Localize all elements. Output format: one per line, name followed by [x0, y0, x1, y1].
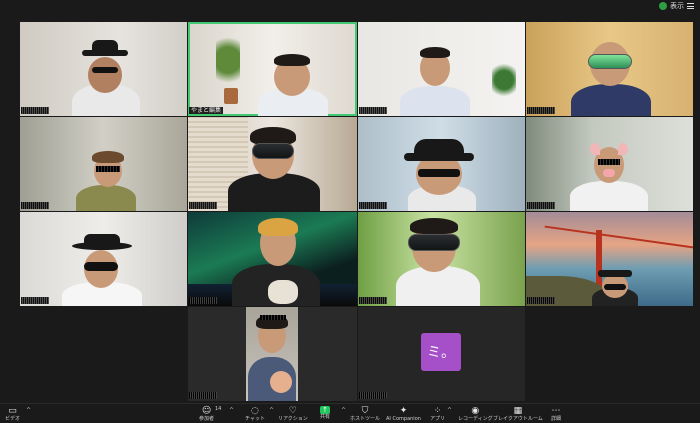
participant-name-tag — [189, 202, 217, 209]
participants-count: 14 — [215, 406, 222, 412]
record-icon: ◉ — [471, 406, 480, 416]
video-tile-active-speaker[interactable]: やまと編集 — [188, 22, 357, 116]
meeting-toolbar: ▭ ビデオ ^ ☺ 参加者 14 ^ ◌ チャット ^ ♡ リアクション ↑ 共… — [0, 403, 700, 423]
chat-button[interactable]: ◌ チャット — [245, 406, 265, 422]
participant-name-tag — [189, 297, 217, 304]
menu-icon — [687, 3, 694, 9]
shield-icon — [659, 2, 667, 10]
video-tile[interactable] — [358, 212, 525, 306]
ai-companion-label: AI Companion — [386, 416, 421, 422]
apps-button[interactable]: ⁘ アプリ — [430, 406, 445, 422]
grid-icon: ▦ — [513, 406, 523, 416]
heart-icon: ♡ — [288, 406, 297, 416]
video-tile[interactable] — [188, 307, 357, 401]
video-button[interactable]: ▭ ビデオ — [5, 406, 20, 422]
sparkle-icon: ✦ — [399, 406, 408, 416]
ai-companion-button[interactable]: ✦ AI Companion — [386, 406, 421, 422]
share-options-caret[interactable]: ^ — [341, 407, 346, 414]
more-button[interactable]: ⋯ 詳細 — [551, 406, 561, 422]
video-tile[interactable] — [526, 22, 693, 116]
video-label: ビデオ — [5, 416, 21, 422]
participant-name-tag — [189, 392, 217, 399]
record-button[interactable]: ◉ レコーディング — [458, 406, 493, 422]
participants-button[interactable]: ☺ 参加者 — [199, 406, 214, 422]
view-label: 表示 — [670, 2, 684, 10]
people-icon: ☺ — [201, 406, 212, 416]
video-tile[interactable] — [20, 212, 187, 306]
apps-options-caret[interactable]: ^ — [447, 407, 452, 414]
video-options-caret[interactable]: ^ — [26, 407, 31, 414]
video-grid: やまと編集 — [0, 0, 700, 403]
participant-name-tag — [359, 107, 387, 114]
chat-bubble-icon: ◌ — [251, 406, 259, 416]
shield-icon: ⛉ — [361, 406, 369, 416]
chat-options-caret[interactable]: ^ — [269, 407, 274, 414]
host-tools-label: ホストツール — [350, 416, 381, 422]
more-label: 詳細 — [551, 416, 562, 422]
participant-name-tag — [21, 202, 49, 209]
video-tile[interactable] — [358, 22, 525, 116]
chat-label: チャット — [245, 416, 265, 422]
participant-name-tag — [21, 107, 49, 114]
breakout-rooms-label: ブレイクアウトルーム — [493, 416, 543, 422]
share-label: 共有 — [320, 414, 331, 420]
participants-options-caret[interactable]: ^ — [229, 407, 234, 414]
participant-name-tag — [359, 202, 387, 209]
video-tile[interactable] — [358, 117, 525, 211]
participant-name-tag — [359, 392, 387, 399]
participants-label: 参加者 — [199, 416, 215, 422]
video-tile[interactable] — [188, 212, 357, 306]
reactions-label: リアクション — [278, 416, 308, 422]
participant-name-tag — [527, 202, 555, 209]
top-bar: 表示 — [0, 0, 700, 12]
more-icon: ⋯ — [551, 406, 561, 416]
apps-label: アプリ — [430, 416, 446, 422]
video-tile[interactable] — [526, 117, 693, 211]
video-tile[interactable] — [526, 212, 693, 306]
participant-name-tag — [21, 297, 49, 304]
apps-icon: ⁘ — [433, 406, 442, 416]
reactions-button[interactable]: ♡ リアクション — [278, 406, 308, 422]
participant-name-tag — [359, 297, 387, 304]
share-screen-icon: ↑ — [320, 406, 330, 414]
video-tile[interactable] — [188, 117, 357, 211]
host-tools-button[interactable]: ⛉ ホストツール — [350, 406, 380, 422]
participant-name-tag: やまと編集 — [189, 107, 224, 114]
video-tile[interactable] — [20, 117, 187, 211]
participant-name-tag — [527, 297, 555, 304]
view-button[interactable]: 表示 — [659, 0, 694, 12]
breakout-rooms-button[interactable]: ▦ ブレイクアウトルーム — [493, 406, 543, 422]
share-button[interactable]: ↑ 共有 — [320, 406, 330, 420]
mi-app-icon[interactable]: ミ。 — [421, 333, 461, 371]
participant-name-tag — [527, 107, 555, 114]
video-tile[interactable] — [20, 22, 187, 116]
video-camera-icon: ▭ — [8, 406, 17, 416]
record-label: レコーディング — [458, 416, 493, 422]
